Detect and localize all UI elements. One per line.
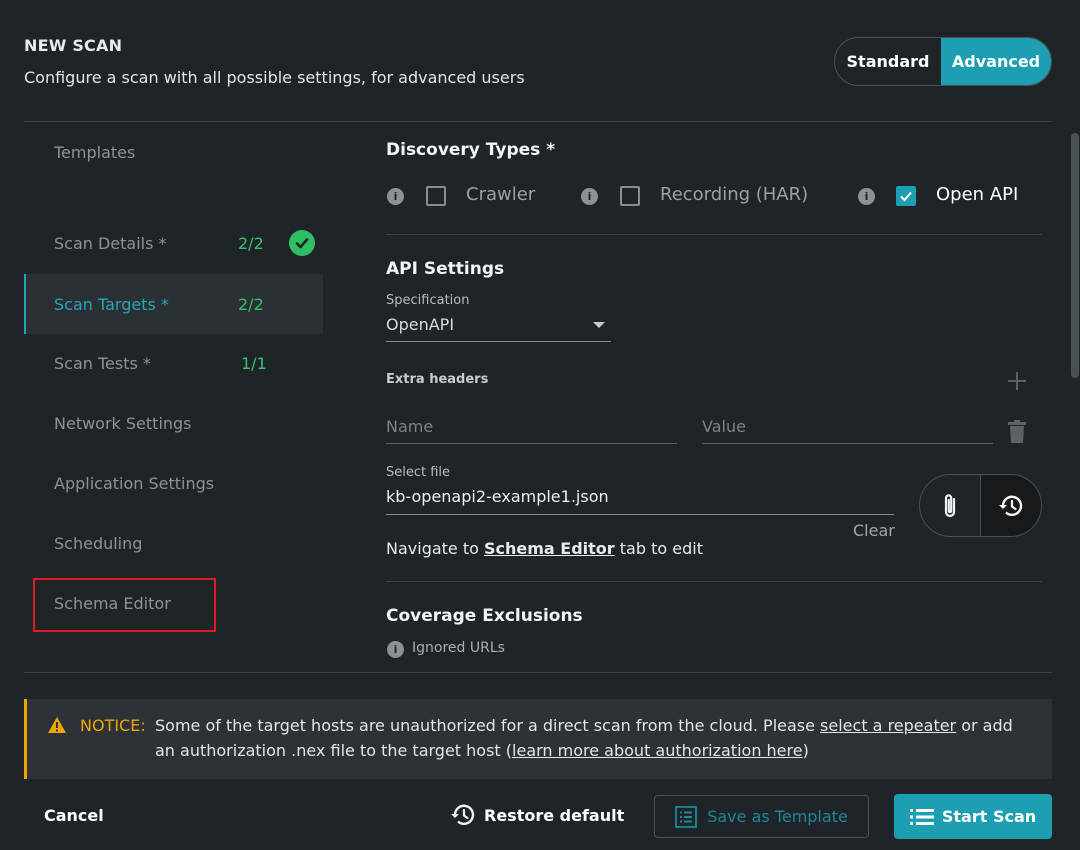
mode-standard-button[interactable]: Standard <box>835 38 941 85</box>
history-icon <box>451 804 475 825</box>
header-name-placeholder: Name <box>386 417 434 436</box>
save-as-template-label: Save as Template <box>707 807 848 826</box>
info-icon[interactable]: i <box>581 188 598 205</box>
restore-default-label: Restore default <box>484 805 625 825</box>
sidebar-item-templates[interactable]: Templates <box>24 122 323 182</box>
api-settings-heading: API Settings <box>386 259 505 279</box>
file-value: kb-openapi2-example1.json <box>386 487 609 506</box>
notice-banner: NOTICE: Some of the target hosts are una… <box>24 699 1052 779</box>
file-input[interactable]: kb-openapi2-example1.json <box>386 484 894 516</box>
header-name-input[interactable]: Name <box>386 414 677 444</box>
scrollbar[interactable] <box>1071 133 1079 378</box>
select-file-label: Select file <box>386 465 451 480</box>
notice-text: or add <box>956 716 1013 735</box>
sidebar-item-label: Scheduling <box>54 533 143 553</box>
notice-message-line-2: an authorization .nex file to the target… <box>155 738 809 763</box>
clear-button[interactable]: Clear <box>853 521 895 540</box>
cancel-button[interactable]: Cancel <box>44 806 104 825</box>
sidebar-item-application-settings[interactable]: Application Settings <box>24 453 323 513</box>
section-divider <box>386 581 1042 582</box>
coverage-exclusions-heading: Coverage Exclusions <box>386 606 583 626</box>
list-icon <box>675 805 698 828</box>
open-api-label: Open API <box>936 184 1019 205</box>
highlight-box <box>33 578 216 632</box>
chevron-down-icon <box>593 322 605 328</box>
warning-icon <box>48 717 66 733</box>
checkmark-icon <box>900 191 912 202</box>
attach-file-button[interactable] <box>920 475 980 536</box>
save-as-template-button[interactable]: Save as Template <box>654 795 869 838</box>
learn-more-link[interactable]: learn more about authorization here <box>512 741 803 760</box>
navigate-hint: Navigate to Schema Editor tab to edit <box>386 539 703 558</box>
add-icon[interactable] <box>1007 371 1027 391</box>
info-icon[interactable]: i <box>858 188 875 205</box>
sidebar-item-count: 2/2 <box>238 294 264 314</box>
start-scan-label: Start Scan <box>941 807 1037 826</box>
notice-text: Some of the target hosts are unauthorize… <box>155 716 821 735</box>
page-title: NEW SCAN <box>24 36 123 55</box>
specification-select[interactable]: OpenAPI <box>386 312 611 342</box>
sidebar-item-scan-tests[interactable]: Scan Tests * 1/1 <box>24 333 323 393</box>
header-value-input[interactable]: Value <box>702 414 993 444</box>
ignored-urls-label: Ignored URLs <box>412 640 505 656</box>
sidebar-item-label: Application Settings <box>54 473 215 493</box>
open-api-checkbox[interactable] <box>896 186 916 206</box>
notice-line-1: NOTICE: <box>80 713 146 738</box>
check-icon <box>289 230 315 256</box>
notice-message-line-1: Some of the target hosts are unauthorize… <box>155 713 1013 738</box>
sidebar-item-scan-targets[interactable]: Scan Targets * 2/2 <box>24 274 323 334</box>
notice-text: ) <box>802 741 809 760</box>
sidebar-item-label: Scan Tests * <box>54 353 151 373</box>
file-actions <box>919 474 1042 537</box>
sidebar-item-count: 2/2 <box>238 233 264 253</box>
paperclip-icon <box>944 493 956 517</box>
navigate-suffix: tab to edit <box>614 539 703 558</box>
recording-har-label: Recording (HAR) <box>660 184 809 205</box>
crawler-label: Crawler <box>466 184 536 205</box>
list-icon <box>909 808 934 825</box>
start-scan-button[interactable]: Start Scan <box>894 794 1052 839</box>
info-icon[interactable]: i <box>387 641 404 658</box>
specification-label: Specification <box>386 293 470 308</box>
discovery-types-heading: Discovery Types * <box>386 140 556 160</box>
recording-har-checkbox[interactable] <box>620 186 640 206</box>
sidebar-item-label: Scan Targets * <box>54 294 169 314</box>
sidebar-item-scheduling[interactable]: Scheduling <box>24 513 323 573</box>
navigate-prefix: Navigate to <box>386 539 484 558</box>
extra-headers-label: Extra headers <box>386 372 489 387</box>
mode-advanced-button[interactable]: Advanced <box>941 38 1051 85</box>
specification-value: OpenAPI <box>386 315 455 334</box>
mode-toggle: Standard Advanced <box>834 37 1052 86</box>
sidebar-item-label: Templates <box>54 142 136 162</box>
sidebar-item-network-settings[interactable]: Network Settings <box>24 393 323 453</box>
notice-label: NOTICE: <box>80 716 146 735</box>
sidebar-item-scan-details[interactable]: Scan Details * 2/2 <box>24 213 323 273</box>
sidebar-item-label: Scan Details * <box>54 233 167 253</box>
notice-text: an authorization .nex file to the target… <box>155 741 513 760</box>
page-subtitle: Configure a scan with all possible setti… <box>24 68 525 87</box>
section-divider <box>386 234 1042 235</box>
header-value-placeholder: Value <box>702 417 746 436</box>
sidebar-item-label: Network Settings <box>54 413 192 433</box>
content-divider <box>24 672 1052 673</box>
crawler-checkbox[interactable] <box>426 186 446 206</box>
sidebar-item-count: 1/1 <box>241 353 267 373</box>
history-icon <box>999 495 1023 516</box>
info-icon[interactable]: i <box>387 188 404 205</box>
trash-icon[interactable] <box>1007 420 1027 444</box>
restore-default-button[interactable]: Restore default <box>450 803 624 827</box>
select-repeater-link[interactable]: select a repeater <box>820 716 956 735</box>
schema-editor-link[interactable]: Schema Editor <box>484 539 615 558</box>
file-history-button[interactable] <box>980 475 1041 536</box>
